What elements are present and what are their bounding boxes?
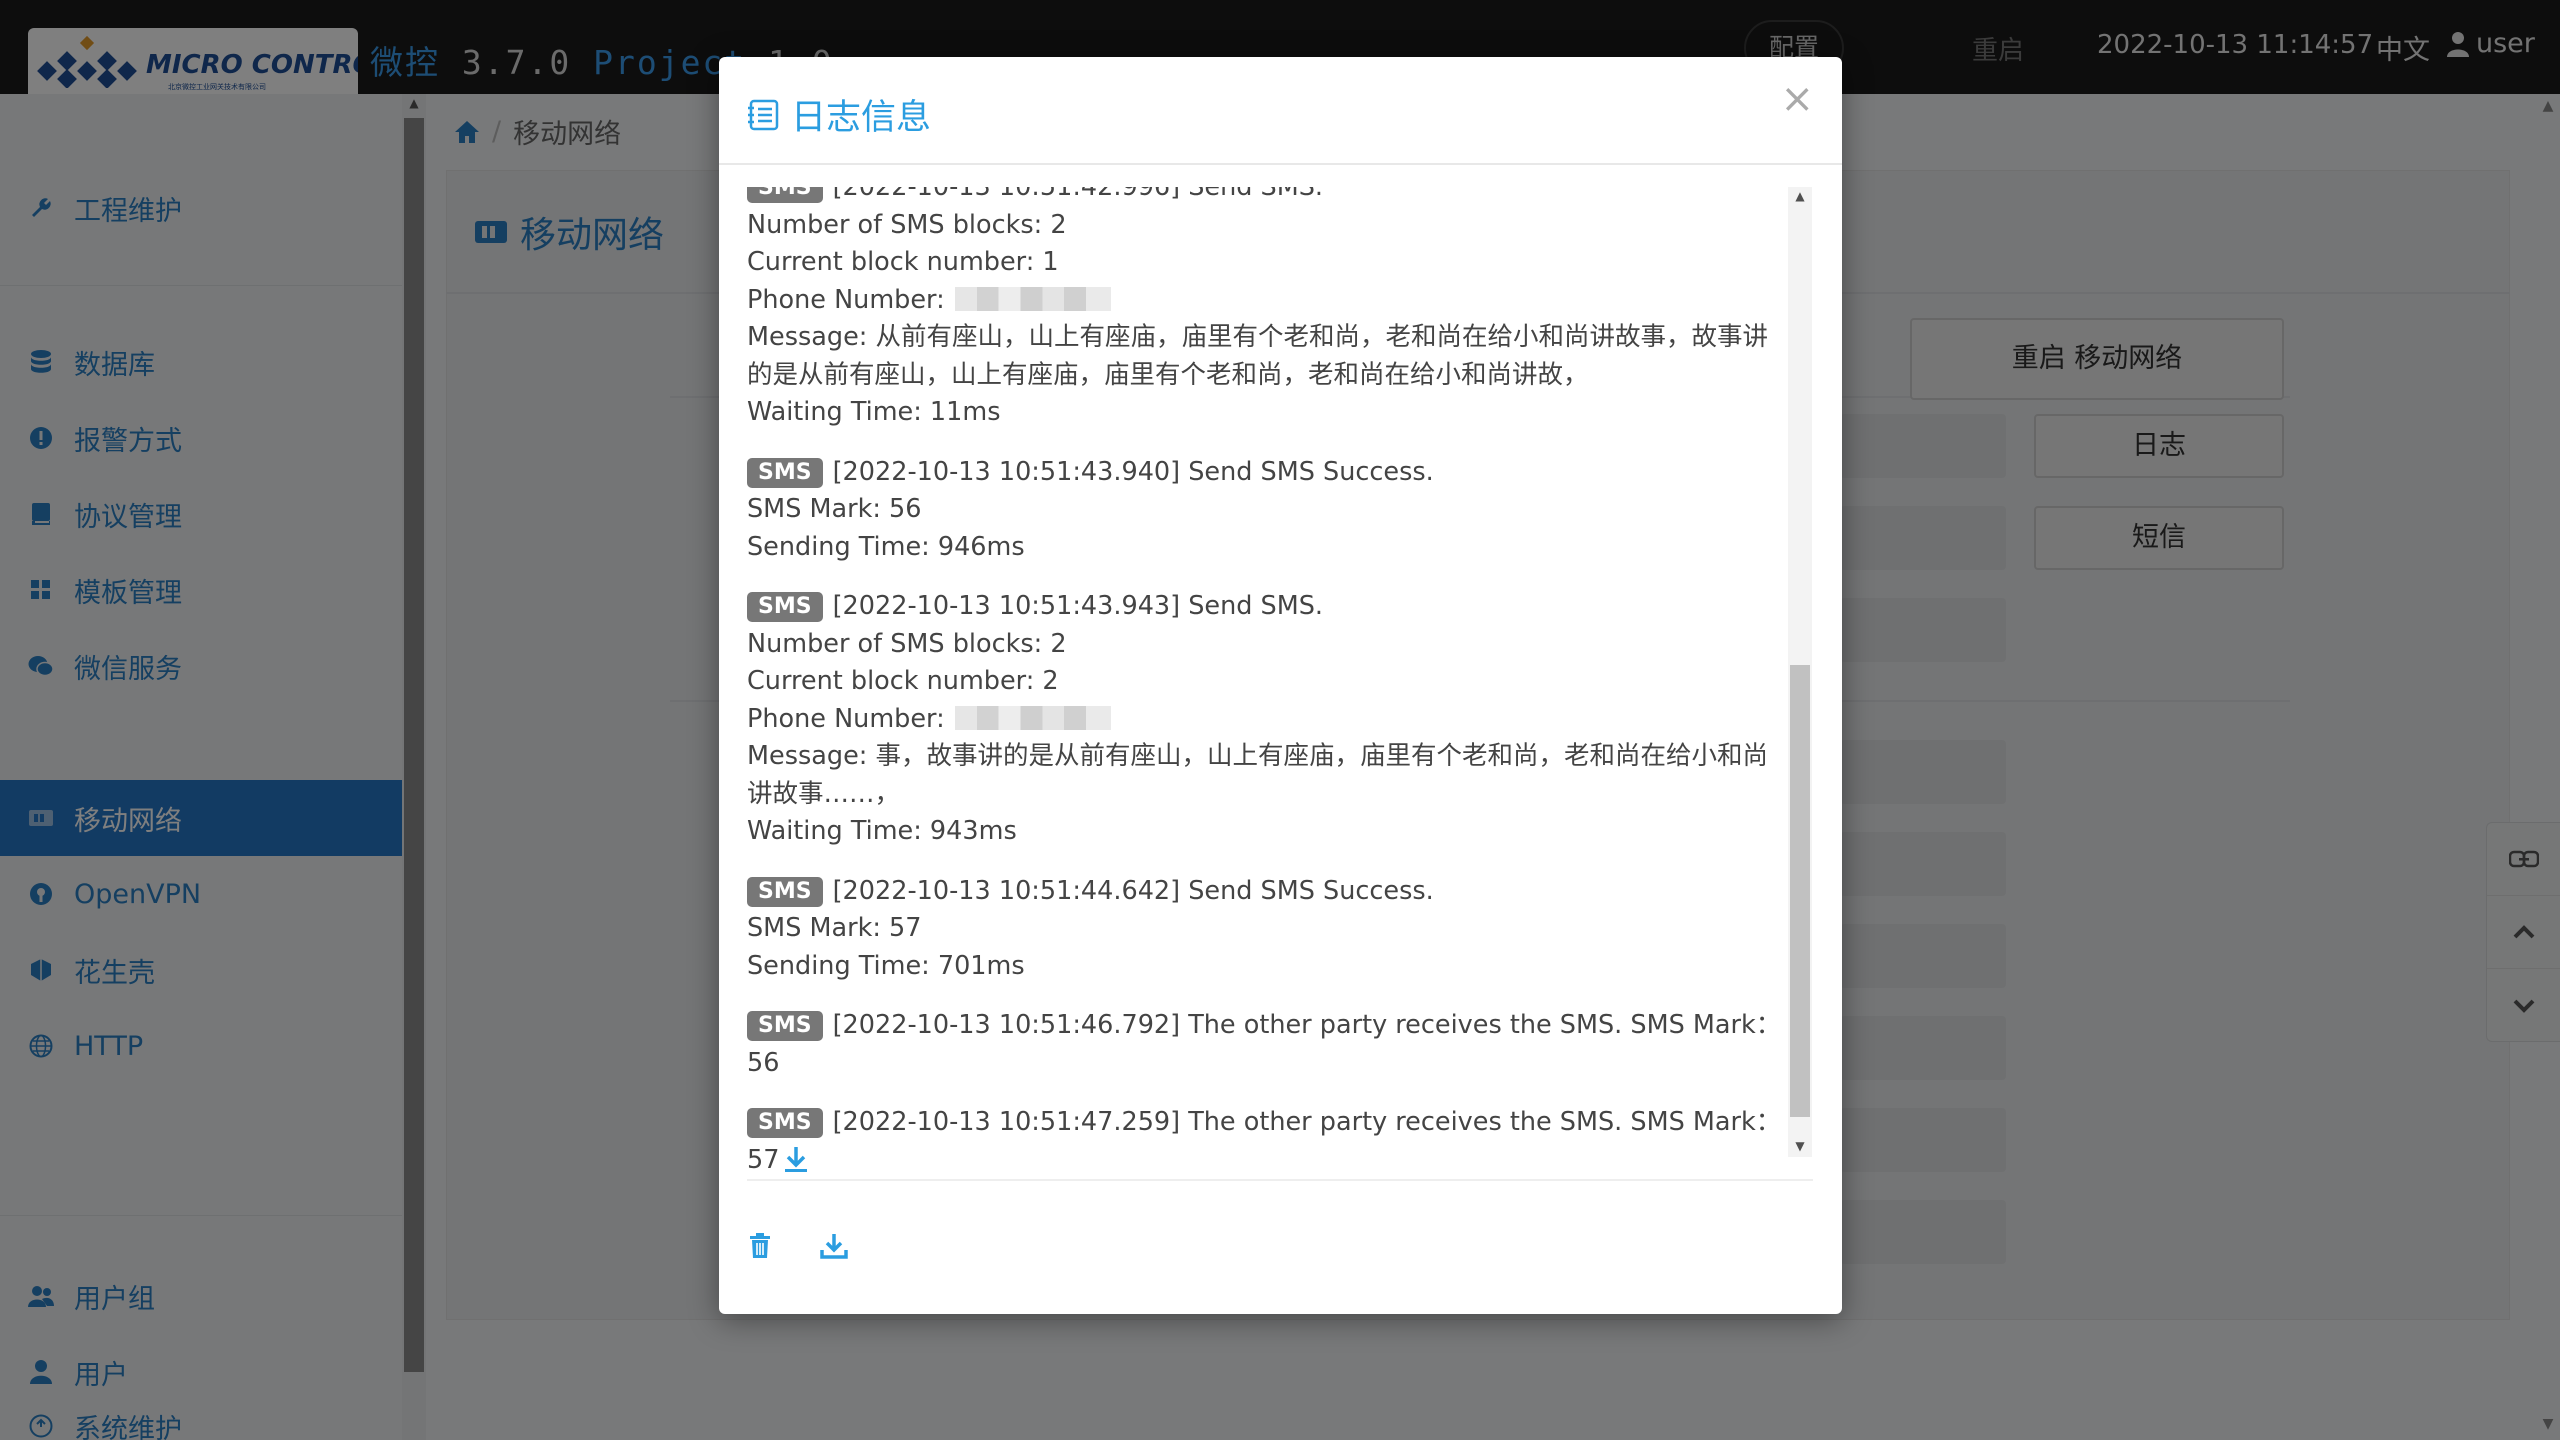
log-content: SMS [2022-10-13 10:51:42.996] Send SMS. N…	[747, 187, 1787, 1177]
download-icon	[820, 1234, 848, 1259]
list-icon	[748, 99, 779, 130]
close-icon[interactable]: ×	[1780, 79, 1814, 119]
modal-title: 日志信息	[747, 89, 931, 140]
log-entry: SMS [2022-10-13 10:51:44.642] Send SMS Su…	[747, 875, 1434, 981]
modal-header: 日志信息 ×	[719, 57, 1842, 165]
log-entry: SMS [2022-10-13 10:51:43.940] Send SMS Su…	[747, 456, 1434, 562]
log-entry: SMS [2022-10-13 10:51:46.792] The other p…	[747, 1010, 1782, 1078]
log-entry: SMS [2022-10-13 10:51:47.259] The other p…	[747, 1107, 1782, 1175]
log-scroll-down-icon[interactable]: ▼	[1788, 1139, 1812, 1153]
delete-log-button[interactable]	[743, 1229, 777, 1263]
sms-badge: SMS	[747, 592, 823, 622]
log-modal: 日志信息 × SMS [2022-10-13 10:51:42.996] Send…	[719, 57, 1842, 1314]
sms-badge: SMS	[747, 457, 823, 488]
sms-badge: SMS	[747, 1011, 823, 1041]
log-entry: SMS [2022-10-13 10:51:43.943] Send SMS. N…	[747, 591, 1768, 846]
download-log-button[interactable]	[817, 1229, 851, 1263]
masked-phone	[954, 705, 1111, 730]
log-scrollbar[interactable]: ▲ ▼	[1788, 187, 1812, 1157]
sms-badge: SMS	[747, 1108, 823, 1138]
sms-badge: SMS	[747, 876, 823, 907]
log-scroll-up-icon[interactable]: ▲	[1788, 189, 1812, 203]
sms-badge: SMS	[747, 187, 823, 203]
log-scroll-thumb[interactable]	[1790, 665, 1810, 1117]
trash-icon	[750, 1233, 770, 1258]
masked-phone	[954, 286, 1111, 311]
log-entry: SMS [2022-10-13 10:51:42.996] Send SMS. N…	[747, 187, 1787, 432]
scroll-to-end-icon[interactable]	[783, 1144, 809, 1174]
